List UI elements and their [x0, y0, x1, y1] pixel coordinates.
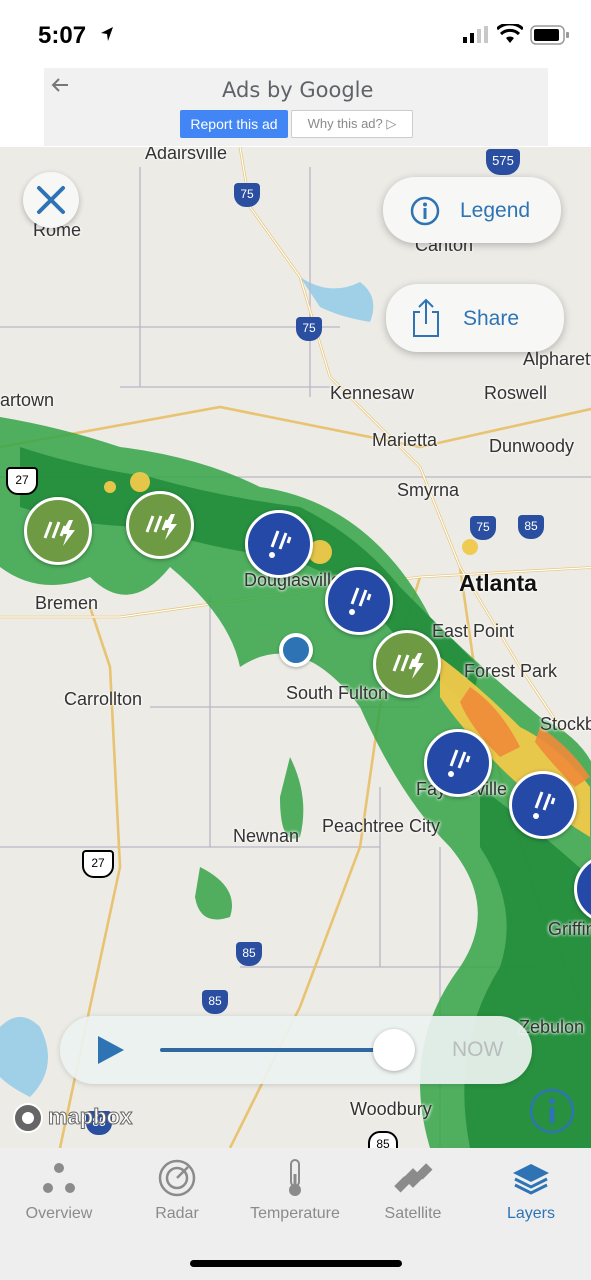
info-icon — [410, 196, 440, 226]
place-label: Peachtree City — [322, 816, 441, 836]
home-indicator[interactable] — [190, 1260, 402, 1267]
interstate-shield: 75 — [470, 516, 496, 540]
close-button[interactable] — [23, 172, 79, 228]
place-label: Alpharetta — [523, 349, 591, 369]
battery-icon — [530, 25, 569, 45]
share-icon — [413, 298, 439, 337]
now-label: NOW — [452, 1038, 504, 1061]
place-label: Roswell — [484, 383, 548, 403]
tab-label: Layers — [506, 1205, 556, 1222]
radar-icon — [158, 1159, 196, 1197]
hail-storm-icon[interactable] — [424, 729, 492, 797]
satellite-icon — [394, 1163, 433, 1193]
interstate-shield: 575 — [486, 149, 520, 175]
legend-button[interactable]: Legend — [383, 177, 561, 243]
tab-label: Temperature — [250, 1205, 340, 1222]
place-label: Dunwoody — [489, 436, 575, 456]
hail-storm-icon[interactable] — [509, 771, 577, 839]
lightning-storm-icon[interactable] — [126, 491, 194, 559]
place-label: South Fulton — [286, 683, 389, 703]
interstate-shield: 75 — [296, 317, 322, 341]
us-route-shield: 27 — [6, 467, 38, 495]
tab-label: Radar — [155, 1205, 199, 1222]
tab-overview[interactable]: Overview — [0, 1148, 118, 1238]
place-label: Marietta — [372, 430, 438, 450]
layers-icon — [513, 1164, 549, 1195]
interstate-shield: 85 — [202, 990, 228, 1014]
legend-label: Legend — [460, 199, 531, 222]
place-label: Bremen — [35, 593, 99, 613]
interstate-shield: 75 — [234, 183, 260, 207]
place-label: East Point — [432, 621, 515, 641]
share-button[interactable]: Share — [386, 284, 564, 352]
place-label: Kennesaw — [330, 383, 415, 403]
share-label: Share — [463, 307, 520, 330]
cellular-signal-icon — [463, 26, 488, 43]
place-label: Griffin — [548, 919, 591, 939]
user-location-dot — [279, 633, 313, 667]
ad-title: Ads by Google — [222, 78, 374, 102]
tab-layers[interactable]: Layers — [472, 1148, 590, 1238]
overview-dots-icon — [43, 1163, 75, 1193]
place-label: Adairsville — [145, 147, 228, 163]
mapbox-icon — [13, 1103, 43, 1133]
place-label: Atlanta — [459, 570, 537, 596]
place-label: artown — [0, 390, 55, 410]
interstate-shield: 85 — [518, 515, 544, 539]
radar-timeline[interactable]: NOW — [60, 1016, 532, 1084]
lightning-storm-icon[interactable] — [24, 497, 92, 565]
place-label: Carrollton — [64, 689, 143, 709]
mapbox-wordmark: mapbox — [47, 1104, 133, 1130]
close-icon — [37, 186, 65, 214]
hail-storm-icon[interactable] — [325, 567, 393, 635]
play-icon[interactable] — [98, 1036, 124, 1064]
status-time: 5:07 — [38, 22, 87, 49]
place-label: Forest Park — [464, 661, 558, 681]
place-label: Newnan — [233, 826, 300, 846]
tab-radar[interactable]: Radar — [118, 1148, 236, 1238]
lightning-storm-icon[interactable] — [373, 630, 441, 698]
location-arrow-icon — [101, 27, 113, 41]
tab-label: Satellite — [384, 1205, 442, 1222]
interstate-shield: 85 — [236, 942, 262, 966]
place-label: Woodbury — [350, 1099, 432, 1119]
map-info-icon[interactable] — [528, 1087, 576, 1135]
tab-temperature[interactable]: Temperature — [236, 1148, 354, 1238]
status-bar: 5:07 — [0, 0, 591, 68]
hail-storm-icon[interactable] — [245, 510, 313, 578]
back-arrow-icon[interactable] — [50, 76, 70, 94]
place-label: Stockbridge — [540, 714, 591, 734]
ad-banner[interactable]: Ads by Google Report this ad Why this ad… — [44, 68, 548, 146]
tab-label: Overview — [25, 1205, 93, 1222]
weather-map[interactable]: Adairsville Rome Canton Alpharetta artow… — [0, 147, 591, 1148]
why-this-ad-button[interactable]: Why this ad? ▷ — [291, 110, 413, 138]
wifi-icon — [497, 24, 523, 43]
timeline-track[interactable] — [160, 1048, 394, 1052]
us-route-shield: 27 — [82, 850, 114, 878]
report-ad-button[interactable]: Report this ad — [180, 110, 288, 138]
place-label: Smyrna — [397, 480, 460, 500]
tab-satellite[interactable]: Satellite — [354, 1148, 472, 1238]
thermometer-icon — [289, 1159, 301, 1196]
timeline-thumb[interactable] — [373, 1029, 415, 1071]
state-route-shield: 85 — [368, 1131, 398, 1148]
